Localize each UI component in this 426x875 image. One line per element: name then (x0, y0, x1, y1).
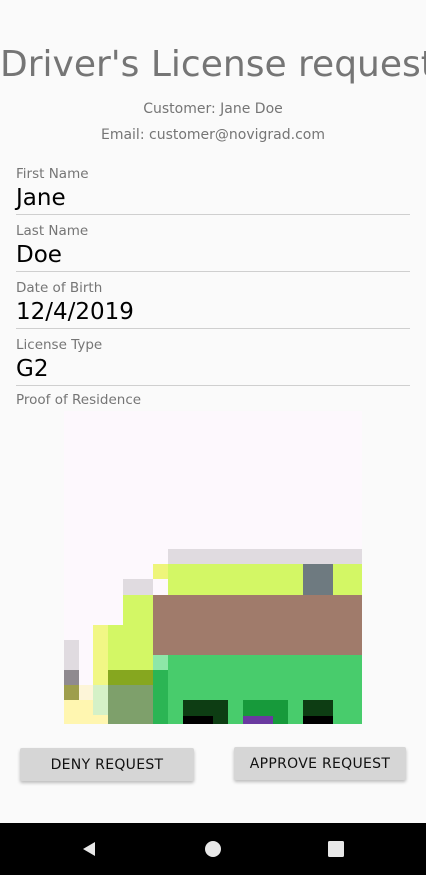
license-type-field: License Type G2 (16, 336, 410, 386)
page-title: Driver's License request (0, 44, 426, 85)
dob-field: Date of Birth 12/4/2019 (16, 279, 410, 329)
back-icon (83, 842, 95, 856)
image-pixel-block (108, 625, 153, 670)
image-pixel-block (153, 670, 168, 724)
nav-home-button[interactable] (183, 823, 243, 875)
dob-label: Date of Birth (16, 280, 103, 296)
recents-icon (328, 841, 344, 857)
image-pixel-block (93, 685, 108, 715)
image-pixel-block (153, 655, 168, 670)
first-name-field: First Name Jane (16, 165, 410, 215)
image-pixel-block (153, 595, 362, 655)
customer-name: Customer: Jane Doe (143, 101, 283, 117)
proof-of-residence-label: Proof of Residence (16, 392, 142, 408)
image-pixel-block (93, 715, 108, 724)
nav-recents-button[interactable] (306, 823, 366, 875)
image-pixel-block (303, 564, 333, 595)
first-name-value: Jane (16, 183, 410, 215)
image-pixel-block (64, 670, 79, 685)
image-pixel-block (243, 716, 273, 724)
last-name-label: Last Name (16, 223, 89, 239)
image-pixel-block (108, 685, 153, 724)
system-navigation-bar (0, 823, 426, 875)
last-name-value: Doe (16, 240, 410, 272)
image-pixel-block (123, 579, 153, 595)
license-type-label: License Type (16, 337, 103, 353)
image-pixel-block (79, 685, 93, 700)
image-pixel-block (64, 640, 79, 670)
image-pixel-block (183, 716, 213, 724)
approve-request-button[interactable]: APPROVE REQUEST (234, 747, 406, 780)
customer-email: Email: customer@novigrad.com (100, 127, 325, 143)
image-pixel-block (108, 670, 153, 685)
nav-back-button[interactable] (59, 823, 119, 875)
proof-of-residence-image[interactable] (64, 411, 362, 724)
license-type-value: G2 (16, 354, 410, 386)
image-pixel-block (64, 700, 93, 724)
image-pixel-block (64, 685, 79, 700)
image-pixel-block (168, 549, 362, 564)
image-pixel-block (153, 564, 168, 579)
dob-value: 12/4/2019 (16, 297, 410, 329)
image-pixel-block (303, 716, 333, 724)
deny-request-button[interactable]: DENY REQUEST (20, 748, 194, 781)
first-name-label: First Name (16, 166, 89, 182)
last-name-field: Last Name Doe (16, 222, 410, 272)
home-icon (205, 841, 221, 857)
